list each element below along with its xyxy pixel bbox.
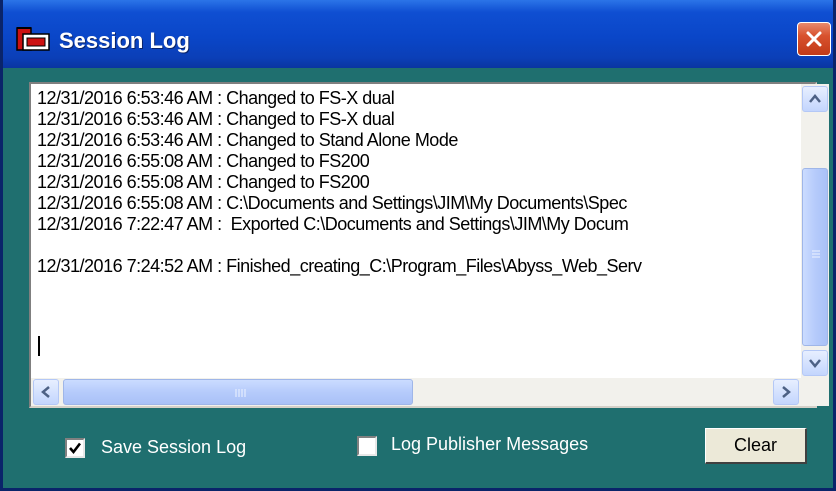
scroll-down-button[interactable] bbox=[802, 350, 828, 376]
scroll-right-button[interactable] bbox=[773, 379, 799, 405]
clear-button[interactable]: Clear bbox=[705, 428, 807, 464]
grip-icon bbox=[812, 250, 820, 258]
chevron-left-icon bbox=[41, 386, 50, 398]
horizontal-scroll-thumb[interactable] bbox=[63, 379, 413, 405]
log-line: 12/31/2016 6:53:46 AM : Changed to FS-X … bbox=[37, 109, 395, 129]
log-line: 12/31/2016 6:55:08 AM : Changed to FS200 bbox=[37, 172, 370, 192]
close-button[interactable] bbox=[797, 22, 831, 56]
vertical-scrollbar[interactable] bbox=[801, 84, 829, 384]
scroll-up-button[interactable] bbox=[802, 86, 828, 112]
text-caret bbox=[38, 336, 40, 356]
log-line: 12/31/2016 7:22:47 AM : Exported C:\Docu… bbox=[37, 214, 629, 234]
grip-icon bbox=[235, 389, 246, 397]
log-line: 12/31/2016 6:53:46 AM : Changed to FS-X … bbox=[37, 88, 395, 108]
log-line: 12/31/2016 6:53:46 AM : Changed to Stand… bbox=[37, 130, 458, 150]
scrollbar-corner bbox=[801, 378, 829, 406]
checkmark-icon bbox=[69, 442, 82, 455]
chevron-down-icon bbox=[809, 359, 821, 368]
window-title: Session Log bbox=[59, 28, 190, 53]
log-publisher-messages-checkbox[interactable] bbox=[357, 436, 377, 456]
log-publisher-messages-label[interactable]: Log Publisher Messages bbox=[391, 434, 588, 455]
title-bar[interactable]: Session Log bbox=[3, 0, 833, 68]
log-line: 12/31/2016 6:55:08 AM : C:\Documents and… bbox=[37, 193, 627, 213]
save-session-log-label[interactable]: Save Session Log bbox=[101, 437, 246, 458]
save-session-log-checkbox[interactable] bbox=[65, 438, 85, 458]
chevron-up-icon bbox=[809, 94, 821, 103]
log-line: 12/31/2016 6:55:08 AM : Changed to FS200 bbox=[37, 151, 370, 171]
scroll-left-button[interactable] bbox=[33, 379, 59, 405]
session-log-window: Session Log 12/31/2016 6:53:46 AM : Chan… bbox=[0, 0, 836, 491]
horizontal-scrollbar[interactable] bbox=[31, 378, 801, 406]
close-icon bbox=[806, 31, 822, 47]
session-log-app-icon bbox=[16, 27, 50, 51]
chevron-right-icon bbox=[782, 386, 791, 398]
log-text-area[interactable]: 12/31/2016 6:53:46 AM : Changed to FS-X … bbox=[37, 88, 801, 380]
log-line: 12/31/2016 7:24:52 AM : Finished_creatin… bbox=[37, 256, 642, 276]
vertical-scroll-thumb[interactable] bbox=[802, 168, 828, 346]
session-log-textbox[interactable]: 12/31/2016 6:53:46 AM : Changed to FS-X … bbox=[29, 82, 829, 408]
